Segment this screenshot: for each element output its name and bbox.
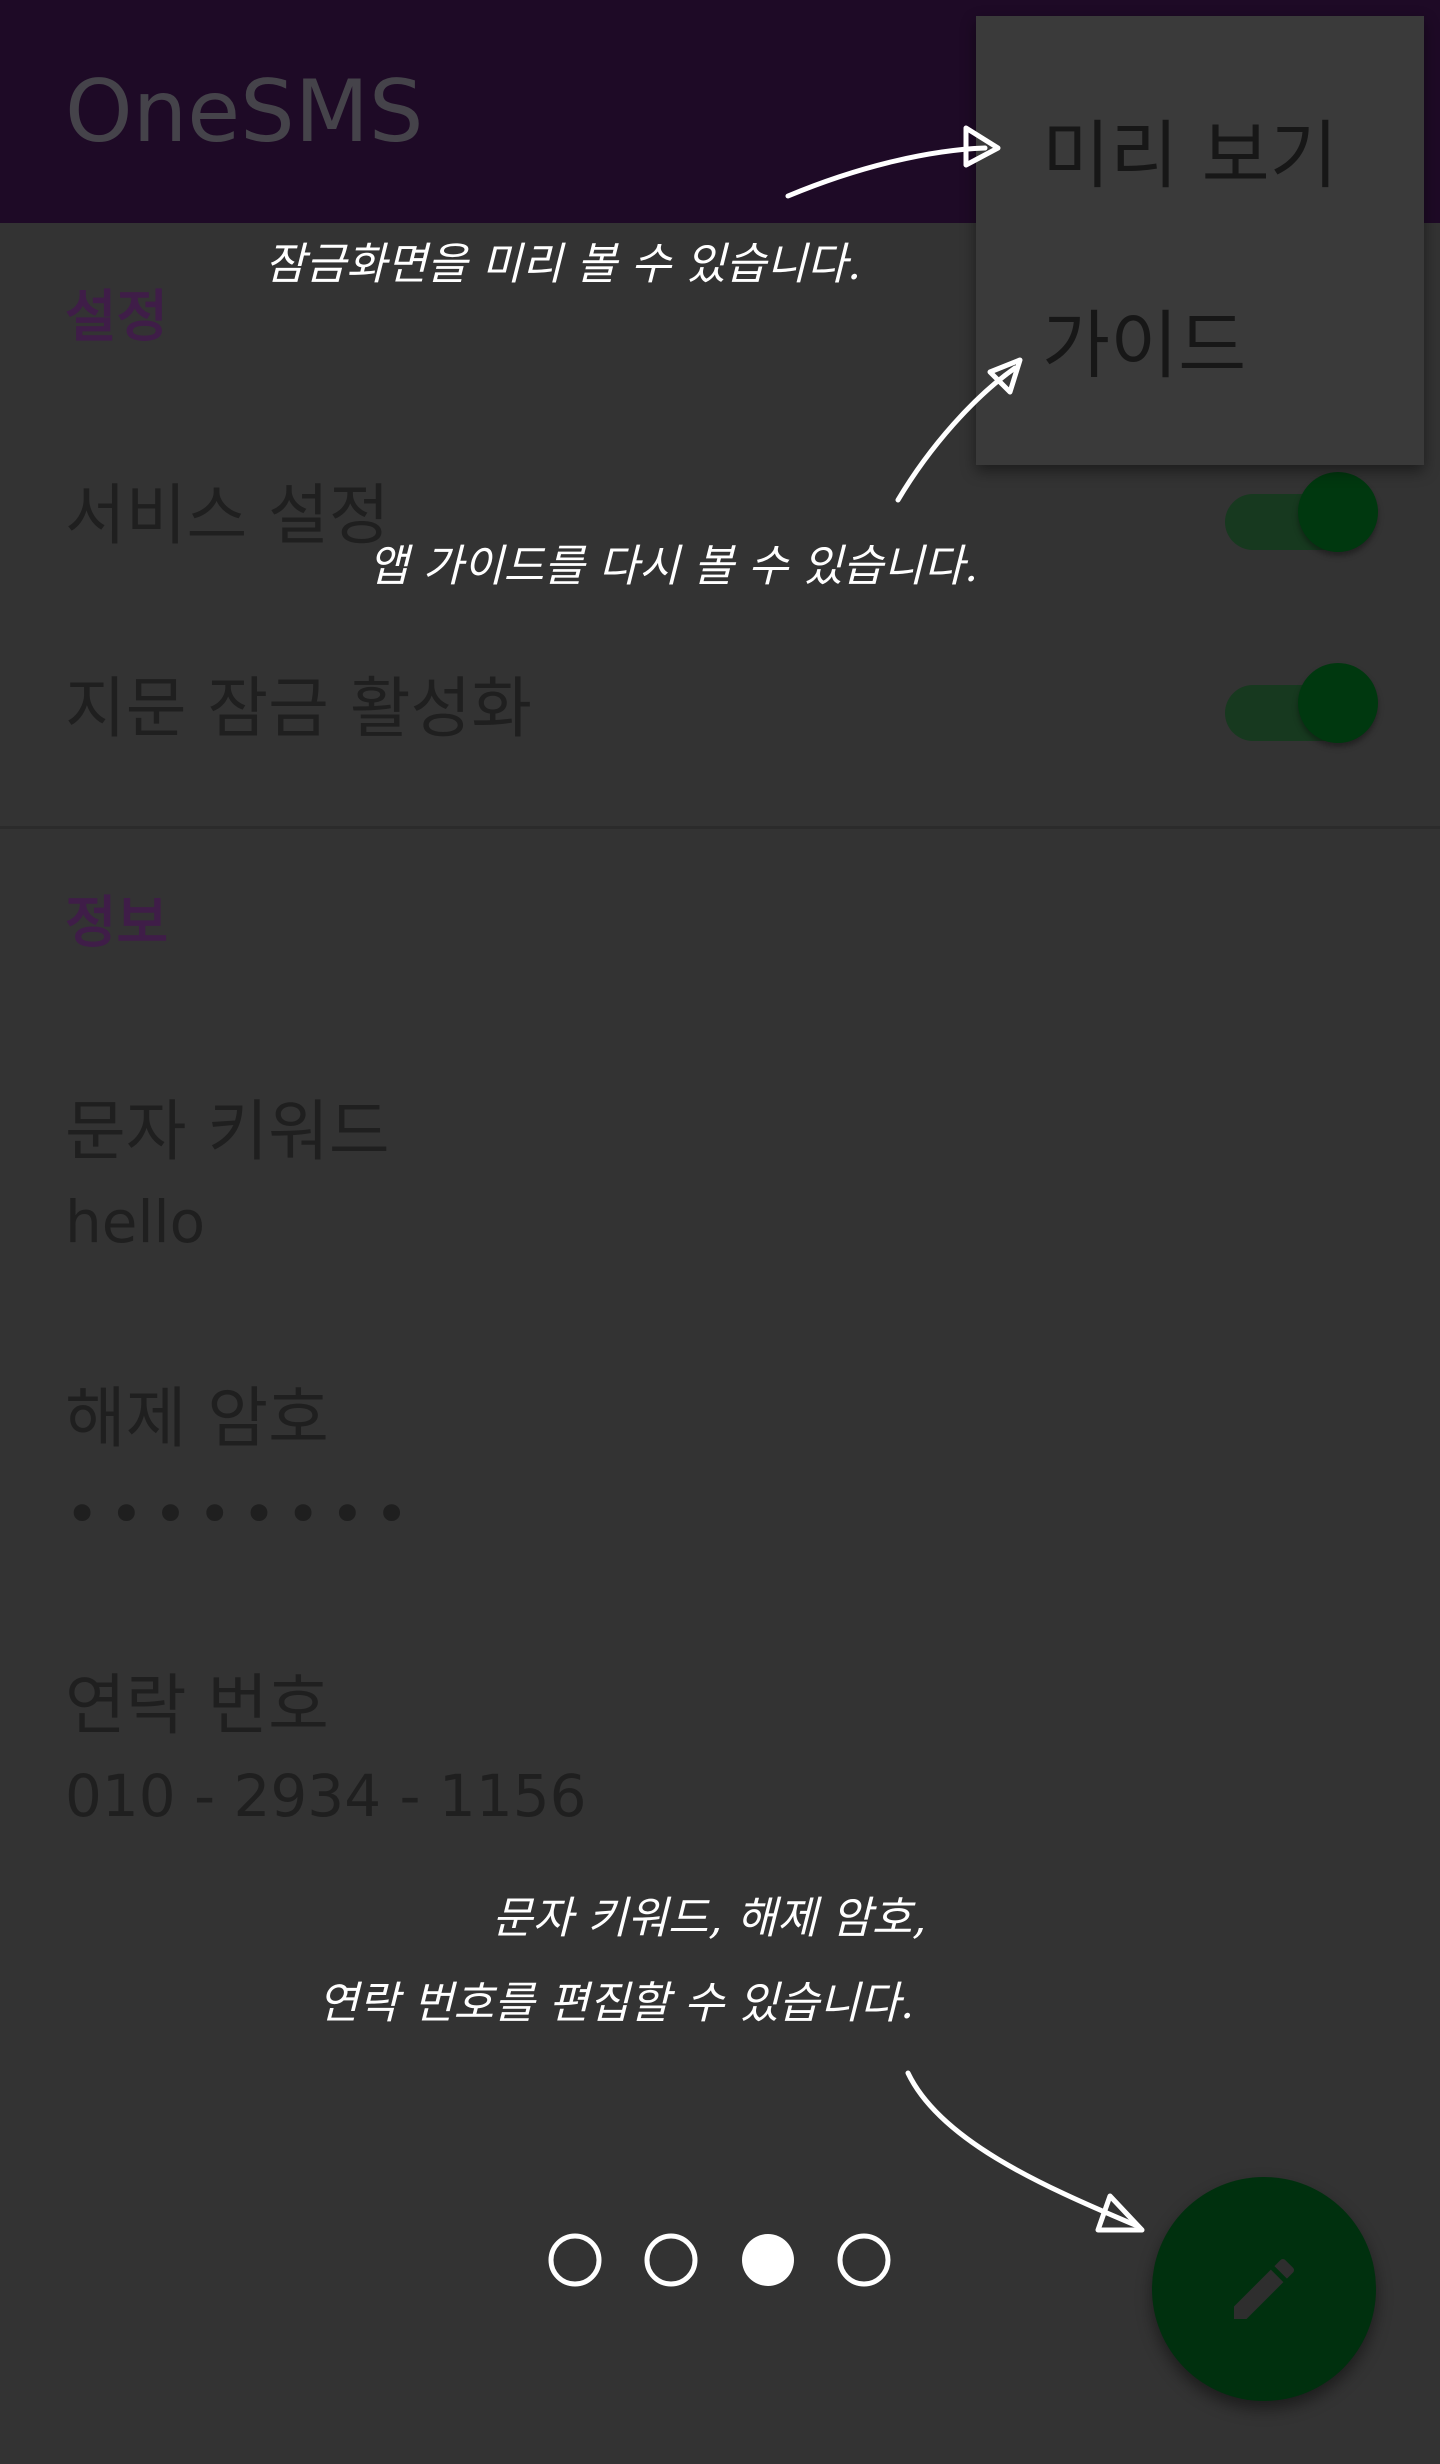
pencil-icon bbox=[1234, 2258, 1295, 2319]
page-dot bbox=[644, 2233, 698, 2287]
page-indicator bbox=[548, 2233, 891, 2287]
edit-fab-button[interactable] bbox=[1152, 2177, 1376, 2401]
page-dot-active bbox=[742, 2234, 794, 2286]
page-dot bbox=[548, 2233, 602, 2287]
page-dot bbox=[837, 2233, 891, 2287]
